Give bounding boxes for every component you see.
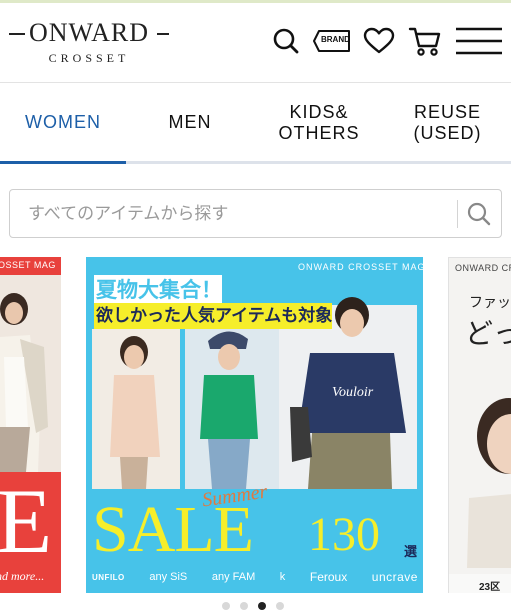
carousel-dot-active[interactable]	[258, 602, 266, 610]
banner-magazine-tag: ONWARD CROSSET MAG	[298, 262, 423, 272]
logo-rule-right	[157, 33, 169, 35]
banner-prev-caption: nd more...	[0, 569, 45, 583]
banner-tshirt-print: Vouloir	[332, 385, 374, 400]
search-submit-icon[interactable]	[466, 201, 492, 227]
banner-slide-prev[interactable]: OSSET MAG E nd more...	[0, 257, 61, 593]
tab-men[interactable]: MEN	[126, 84, 254, 161]
search-box	[9, 189, 502, 238]
banner-slide-current[interactable]: ONWARD CROSSET MAG 夏物大集合！ 欲しかった人気アイテムも対象…	[86, 257, 423, 593]
brand-logo-uncrave: uncrave	[371, 570, 418, 584]
brand-badge-label: BRAND	[321, 35, 350, 44]
banner-headline-1: 夏物大集合！	[96, 278, 222, 302]
banner-next-tag: ONWARD CROSSE	[455, 263, 511, 273]
tab-label: REUSE (USED)	[413, 101, 482, 143]
tab-label: WOMEN	[25, 112, 101, 132]
brand-logo-k: k	[279, 571, 286, 583]
banner-next-brand-tag: 23区	[479, 582, 501, 593]
tab-label: KIDS& OTHERS	[278, 101, 360, 143]
banner-next-line-2: どっ	[465, 317, 511, 350]
banner-sale-count-unit: 選	[404, 545, 418, 560]
onward-crosset-logo[interactable]: ONWARD CROSSET	[9, 18, 169, 68]
logo-wordmark: ONWARD	[28, 18, 150, 47]
menu-icon[interactable]	[455, 25, 503, 57]
site-header: ONWARD CROSSET BRAND	[0, 3, 511, 83]
banner-carousel: OSSET MAG E nd more... ONWARD CROSSET MA…	[0, 257, 511, 597]
carousel-dot[interactable]	[276, 602, 284, 610]
banner-prev-big-letter: E	[0, 470, 53, 572]
banner-prev-tag: OSSET MAG	[0, 260, 56, 270]
search-input[interactable]	[28, 190, 448, 237]
search-icon[interactable]	[270, 25, 302, 57]
banner-slide-next[interactable]: ONWARD CROSSE ファッ どっ 23区	[448, 257, 511, 593]
banner-headline-2: 欲しかった人気アイテムも対象	[96, 306, 333, 326]
tab-women[interactable]: WOMEN	[0, 84, 126, 161]
tab-reuse-used[interactable]: REUSE (USED)	[384, 84, 511, 161]
category-tabs: WOMEN MEN KIDS& OTHERS REUSE (USED)	[0, 84, 511, 164]
brand-logo-unfilo: UNFILO	[92, 572, 125, 582]
tab-kids-others[interactable]: KIDS& OTHERS	[254, 84, 384, 161]
carousel-dots	[0, 602, 511, 610]
carousel-dot[interactable]	[222, 602, 230, 610]
banner-sale-count: 130	[308, 508, 380, 561]
active-tab-indicator	[0, 161, 126, 164]
search-divider	[457, 200, 458, 228]
brand-logo-feroux: Feroux	[309, 570, 348, 584]
banner-sale-text: SALE	[92, 493, 254, 566]
logo-subtitle: CROSSET	[48, 51, 130, 65]
brand-logo-anysis: any SiS	[149, 571, 188, 583]
brand-icon[interactable]: BRAND	[312, 25, 352, 57]
brand-logo-anyfam: any FAM	[211, 571, 256, 583]
cart-icon[interactable]	[407, 25, 443, 57]
carousel-dot[interactable]	[240, 602, 248, 610]
heart-icon[interactable]	[362, 25, 396, 57]
banner-brand-row: UNFILO any SiS any FAM k Feroux uncrave	[92, 567, 418, 587]
banner-next-line-1: ファッ	[469, 295, 511, 311]
tab-label: MEN	[168, 112, 212, 132]
